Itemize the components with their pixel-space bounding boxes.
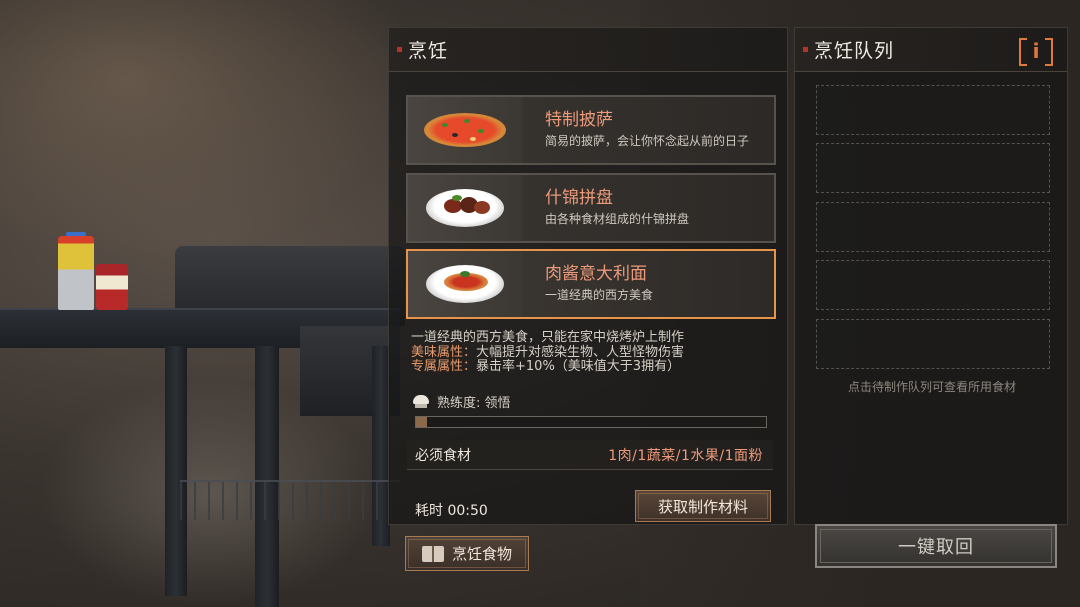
ingredients-value: 1肉/1蔬菜/1水果/1面粉 xyxy=(608,447,763,464)
proficiency-label: 熟练度: 领悟 xyxy=(437,396,511,411)
required-ingredients: 必须食材 1肉/1蔬菜/1水果/1面粉 xyxy=(407,440,773,470)
info-button[interactable]: i xyxy=(1019,38,1053,66)
recipe-card-platter[interactable]: 什锦拼盘 由各种食材组成的什锦拼盘 xyxy=(406,173,776,243)
cook-time: 耗时 00:50 xyxy=(415,503,488,519)
header-marker-icon xyxy=(397,47,402,52)
recipe-detail-description: 一道经典的西方美食，只能在家中烧烤炉上制作 xyxy=(411,330,685,345)
pizza-icon xyxy=(408,97,523,163)
cook-food-label: 烹饪食物 xyxy=(451,545,512,563)
attribute-label: 专属属性： xyxy=(411,359,477,374)
cooking-panel: 烹饪 特制披萨 简易的披萨，会让你怀念起从前的日子 什锦拼盘 由各种食材组成的什… xyxy=(388,27,788,525)
chef-hat-icon xyxy=(411,394,431,409)
attribute-value: 大幅提升对感染生物、人型怪物伤害 xyxy=(476,344,685,360)
attribute-value: 暴击率+10%（美味值大于3拥有） xyxy=(476,359,681,374)
cook-food-button[interactable]: 烹饪食物 xyxy=(405,536,529,571)
table-leg xyxy=(165,346,187,596)
background-haze xyxy=(0,0,420,260)
queue-slot[interactable] xyxy=(816,143,1050,193)
cooking-queue-panel: 烹饪队列 i 点击待制作队列可查看所用食材 xyxy=(794,27,1068,525)
recipe-card-pizza[interactable]: 特制披萨 简易的披萨，会让你怀念起从前的日子 xyxy=(406,95,776,165)
ingredients-label: 必须食材 xyxy=(415,447,471,464)
queue-slot[interactable] xyxy=(816,260,1050,310)
recipe-detail: 一道经典的西方美食，只能在家中烧烤炉上制作 美味属性：大幅提升对感染生物、人型怪… xyxy=(411,330,771,375)
proficiency-bar-fill xyxy=(416,417,427,427)
recipe-description: 简易的披萨，会让你怀念起从前的日子 xyxy=(545,134,750,148)
queue-panel-header: 烹饪队列 i xyxy=(795,28,1067,72)
queue-slot[interactable] xyxy=(816,202,1050,252)
exclusive-attribute: 专属属性：暴击率+10%（美味值大于3拥有） xyxy=(411,359,771,375)
recipe-name: 肉酱意大利面 xyxy=(545,264,647,284)
grill-shelf xyxy=(180,480,400,520)
attribute-label: 美味属性： xyxy=(411,344,477,360)
retrieve-all-button[interactable]: 一键取回 xyxy=(815,524,1057,568)
cooking-panel-title: 烹饪 xyxy=(408,40,449,62)
recipe-description: 由各种食材组成的什锦拼盘 xyxy=(545,212,690,226)
queue-slot[interactable] xyxy=(816,319,1050,369)
proficiency-bar xyxy=(415,416,767,428)
get-materials-button[interactable]: 获取制作材料 xyxy=(635,490,771,522)
header-marker-icon xyxy=(803,47,808,52)
spaghetti-icon xyxy=(408,251,523,317)
tasty-attribute: 美味属性：大幅提升对感染生物、人型怪物伤害 xyxy=(411,344,771,361)
sauce-bottle xyxy=(58,236,94,310)
platter-icon xyxy=(408,175,523,241)
recipe-card-spaghetti[interactable]: 肉酱意大利面 一道经典的西方美食 xyxy=(406,249,776,319)
recipe-book-icon xyxy=(421,545,444,562)
sauce-jar xyxy=(96,264,128,310)
cooking-panel-header: 烹饪 xyxy=(389,28,787,72)
recipe-name: 什锦拼盘 xyxy=(545,188,613,208)
queue-hint: 点击待制作队列可查看所用食材 xyxy=(847,380,1016,394)
queue-slot[interactable] xyxy=(816,85,1050,135)
table-leg xyxy=(255,346,279,607)
queue-panel-title: 烹饪队列 xyxy=(814,40,895,62)
recipe-description: 一道经典的西方美食 xyxy=(545,288,654,302)
recipe-name: 特制披萨 xyxy=(545,110,613,130)
proficiency-row: 熟练度: 领悟 xyxy=(411,392,511,411)
